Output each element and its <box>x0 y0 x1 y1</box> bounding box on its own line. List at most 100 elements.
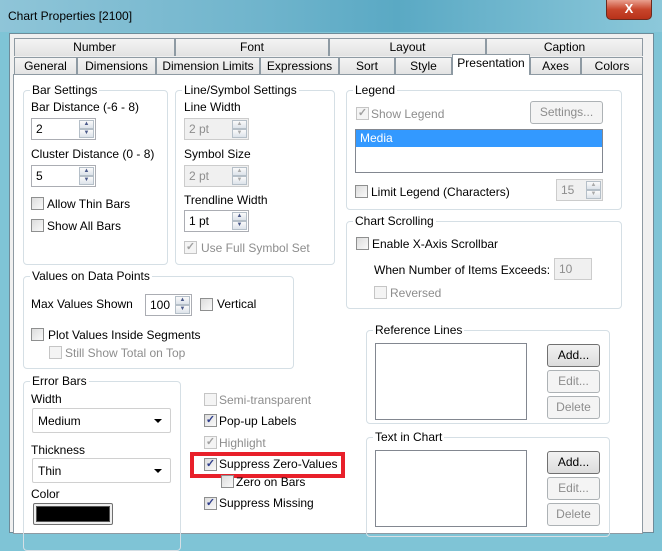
tab-general[interactable]: General <box>14 57 77 75</box>
reversed-label: Reversed <box>390 286 442 300</box>
window-title: Chart Properties [2100] <box>8 9 133 23</box>
cluster-distance-value: 5 <box>36 169 43 183</box>
down-arrow-icon[interactable]: ▼ <box>586 190 601 199</box>
chevron-down-icon <box>154 419 162 423</box>
symbol-size-stepper[interactable]: 2 pt ▲ ▼ <box>184 165 249 187</box>
tab-sort[interactable]: Sort <box>339 57 395 75</box>
tab-axes[interactable]: Axes <box>530 57 581 75</box>
reference-lines-list[interactable] <box>375 343 527 420</box>
limit-legend-checkbox[interactable] <box>355 185 368 198</box>
max-values-label: Max Values Shown <box>31 297 133 311</box>
still-show-total-checkbox[interactable] <box>49 346 62 359</box>
allow-thin-bars-label: Allow Thin Bars <box>47 197 131 211</box>
vertical-checkbox[interactable] <box>200 298 213 311</box>
up-arrow-icon[interactable]: ▲ <box>232 167 247 176</box>
use-full-symbol-set-checkbox[interactable]: ✓ <box>184 241 197 254</box>
down-arrow-icon[interactable]: ▼ <box>79 176 94 185</box>
down-arrow-icon[interactable]: ▼ <box>232 129 247 138</box>
text-in-chart-title: Text in Chart <box>373 430 445 444</box>
legend-title: Legend <box>353 83 398 97</box>
up-arrow-icon[interactable]: ▲ <box>175 296 190 305</box>
symbol-size-label: Symbol Size <box>184 147 251 161</box>
line-width-label: Line Width <box>184 100 241 114</box>
trendline-width-stepper[interactable]: 1 pt ▲ ▼ <box>184 210 249 232</box>
tab-expressions[interactable]: Expressions <box>260 57 339 75</box>
up-arrow-icon[interactable]: ▲ <box>79 120 94 129</box>
still-show-total-label: Still Show Total on Top <box>65 346 186 360</box>
line-symbol-title: Line/Symbol Settings <box>182 83 299 97</box>
limit-legend-stepper[interactable]: 15 ▲ ▼ <box>556 179 603 201</box>
symbol-size-value: 2 pt <box>189 169 210 183</box>
semi-transparent-checkbox[interactable] <box>204 393 217 406</box>
zero-on-bars-label: Zero on Bars <box>236 475 306 489</box>
trendline-width-value: 1 pt <box>189 214 210 228</box>
bar-settings-title: Bar Settings <box>30 83 100 97</box>
plot-inside-checkbox[interactable] <box>31 328 44 341</box>
down-arrow-icon[interactable]: ▼ <box>232 176 247 185</box>
enable-scrollbar-checkbox[interactable] <box>356 237 369 250</box>
text-add-button[interactable]: Add... <box>547 451 600 474</box>
legend-settings-button[interactable]: Settings... <box>530 101 603 124</box>
show-all-bars-checkbox[interactable] <box>31 219 44 232</box>
text-delete-button[interactable]: Delete <box>547 503 600 526</box>
bar-distance-value: 2 <box>36 122 43 136</box>
text-edit-button[interactable]: Edit... <box>547 477 600 500</box>
suppress-zero-checkbox[interactable]: ✓ <box>204 458 217 471</box>
suppress-missing-checkbox[interactable]: ✓ <box>204 497 217 510</box>
max-values-stepper[interactable]: 100 ▲ ▼ <box>145 294 192 316</box>
tab-colors[interactable]: Colors <box>581 57 643 75</box>
values-on-data-points-title: Values on Data Points <box>30 269 152 283</box>
reversed-checkbox[interactable] <box>374 286 387 299</box>
vertical-label: Vertical <box>217 297 257 311</box>
limit-legend-value: 15 <box>561 183 575 197</box>
tab-style[interactable]: Style <box>395 57 452 75</box>
tab-dimensions[interactable]: Dimensions <box>77 57 156 75</box>
text-in-chart-list[interactable] <box>375 450 527 527</box>
exceeds-input[interactable]: 10 <box>554 258 592 280</box>
line-width-stepper[interactable]: 2 pt ▲ ▼ <box>184 118 249 140</box>
popup-labels-checkbox[interactable]: ✓ <box>204 414 217 427</box>
suppress-zero-label: Suppress Zero-Values <box>219 457 338 471</box>
chart-scrolling-title: Chart Scrolling <box>353 214 436 228</box>
error-width-select[interactable]: Medium <box>32 408 171 433</box>
tab-font[interactable]: Font <box>175 38 329 56</box>
up-arrow-icon[interactable]: ▲ <box>232 212 247 221</box>
bar-distance-stepper[interactable]: 2 ▲ ▼ <box>31 118 96 140</box>
down-arrow-icon[interactable]: ▼ <box>232 221 247 230</box>
error-width-label: Width <box>31 392 62 406</box>
up-arrow-icon[interactable]: ▲ <box>232 120 247 129</box>
highlight-checkbox[interactable]: ✓ <box>204 436 217 449</box>
error-bars-title: Error Bars <box>30 374 89 388</box>
plot-inside-label: Plot Values Inside Segments <box>48 328 201 342</box>
close-button[interactable]: X <box>606 0 652 20</box>
thickness-select[interactable]: Thin <box>32 458 171 483</box>
enable-scrollbar-label: Enable X-Axis Scrollbar <box>372 237 499 251</box>
legend-list-item[interactable]: Media <box>356 130 602 147</box>
show-legend-label: Show Legend <box>371 107 445 121</box>
zero-on-bars-checkbox[interactable] <box>221 475 234 488</box>
tab-presentation[interactable]: Presentation <box>452 54 530 75</box>
reference-delete-button[interactable]: Delete <box>547 396 600 419</box>
popup-labels-label: Pop-up Labels <box>219 414 297 428</box>
max-values-value: 100 <box>150 298 171 312</box>
show-all-bars-label: Show All Bars <box>47 219 122 233</box>
down-arrow-icon[interactable]: ▼ <box>79 129 94 138</box>
legend-list[interactable]: Media <box>355 129 603 173</box>
allow-thin-bars-checkbox[interactable] <box>31 197 44 210</box>
trendline-width-label: Trendline Width <box>184 193 268 207</box>
tab-number[interactable]: Number <box>14 38 175 56</box>
reference-add-button[interactable]: Add... <box>547 344 600 367</box>
cluster-distance-stepper[interactable]: 5 ▲ ▼ <box>31 165 96 187</box>
tab-dimension-limits[interactable]: Dimension Limits <box>156 57 260 75</box>
color-label: Color <box>31 487 60 501</box>
semi-transparent-label: Semi-transparent <box>219 393 312 407</box>
highlight-label: Highlight <box>219 436 266 450</box>
color-swatch-button[interactable] <box>33 503 113 525</box>
show-legend-checkbox[interactable]: ✓ <box>356 107 369 120</box>
bar-distance-label: Bar Distance (-6 - 8) <box>31 100 140 114</box>
color-swatch <box>36 506 110 522</box>
down-arrow-icon[interactable]: ▼ <box>175 305 190 314</box>
reference-edit-button[interactable]: Edit... <box>547 370 600 393</box>
up-arrow-icon[interactable]: ▲ <box>79 167 94 176</box>
up-arrow-icon[interactable]: ▲ <box>586 181 601 190</box>
